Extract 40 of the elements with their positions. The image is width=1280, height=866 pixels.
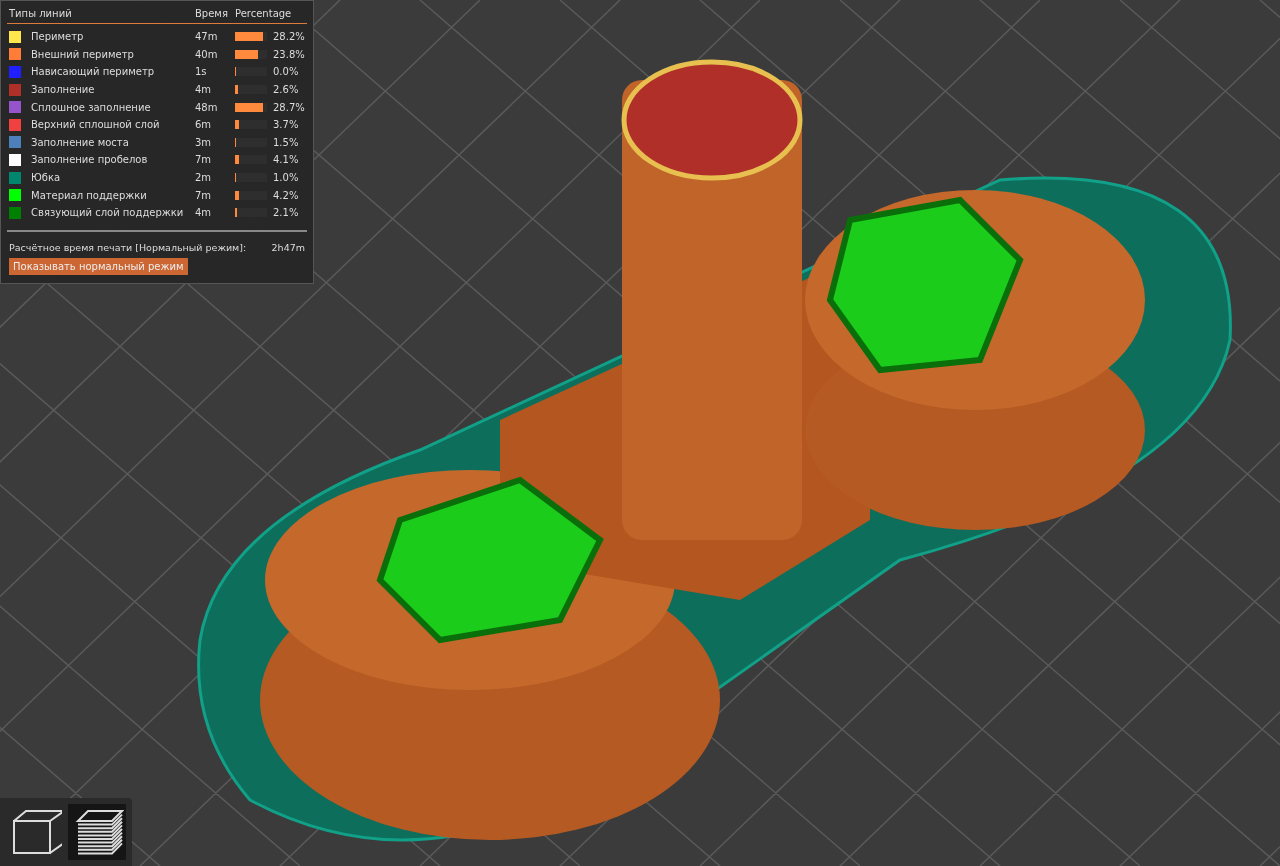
time-value: 6m	[195, 119, 213, 131]
time-value: 3m	[195, 136, 213, 148]
percentage-value: 3.7%	[273, 119, 300, 131]
time-value: 4m	[195, 84, 213, 96]
line-type-label: Внешний периметр	[31, 48, 135, 60]
time-value: 47m	[195, 31, 219, 43]
time-value: 1s	[195, 66, 208, 78]
time-value: 2m	[195, 172, 213, 184]
percentage-value: 2.6%	[273, 84, 300, 96]
estimate-value: 2h47m	[271, 241, 305, 253]
line-type-label: Связующий слой поддержки	[31, 207, 185, 219]
percentage-value: 1.0%	[273, 172, 300, 184]
line-type-label: Верхний сплошной слой	[31, 119, 161, 131]
line-type-label: Юбка	[31, 172, 62, 184]
time-value: 7m	[195, 154, 213, 166]
line-type-label: Нависающий периметр	[31, 66, 156, 78]
line-type-label: Заполнение	[31, 84, 96, 96]
column-header: Время	[195, 8, 229, 19]
column-header: Percentage	[235, 8, 293, 19]
mode-button[interactable]: Показывать нормальный режим	[9, 257, 188, 275]
time-value: 7m	[195, 189, 213, 201]
percentage-value: 4.1%	[273, 154, 300, 166]
line-type-label: Периметр	[31, 31, 85, 43]
estimate-label: Расчётное время печати [Нормальный режим]:	[9, 241, 247, 253]
layers-view-button[interactable]	[68, 804, 126, 860]
percentage-value: 1.5%	[273, 136, 300, 148]
time-value: 40m	[195, 48, 219, 60]
column-header: Типы линий	[9, 8, 73, 19]
percentage-value: 23.8%	[273, 48, 306, 60]
percentage-value: 28.7%	[273, 101, 306, 113]
percentage-value: 28.2%	[273, 31, 306, 43]
line-type-label: Материал поддержки	[31, 189, 148, 201]
line-type-label: Заполнение пробелов	[31, 154, 149, 166]
time-value: 48m	[195, 101, 219, 113]
line-type-label: Заполнение моста	[31, 136, 130, 148]
percentage-value: 0.0%	[273, 66, 300, 78]
line-type-label: Сплошное заполнение	[31, 101, 152, 113]
percentage-value: 4.2%	[273, 189, 300, 201]
percentage-value: 2.1%	[273, 207, 300, 219]
time-value: 4m	[195, 207, 213, 219]
